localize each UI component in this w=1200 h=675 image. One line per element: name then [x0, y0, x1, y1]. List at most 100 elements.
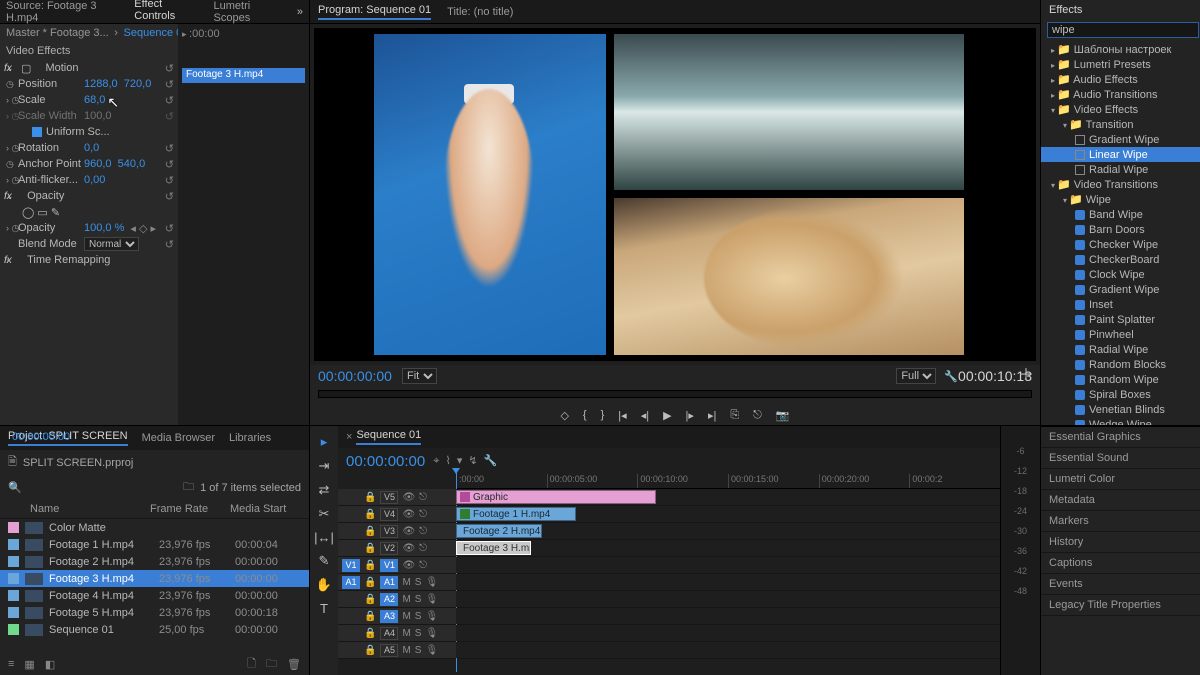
video-track-V5[interactable]: 🔒V5👁⎋Graphic: [338, 489, 1000, 506]
tab-program[interactable]: Program: Sequence 01: [318, 4, 431, 20]
hand-tool-icon[interactable]: ✋: [316, 577, 332, 593]
solo-icon[interactable]: S: [415, 628, 422, 639]
effect-linear-wipe[interactable]: Linear Wipe: [1041, 147, 1200, 162]
effects-tree[interactable]: 📁 Шаблоны настроек📁 Lumetri Presets📁 Aud…: [1041, 40, 1200, 425]
position-x[interactable]: 1288,0: [84, 78, 118, 90]
lock-icon[interactable]: 🔒: [364, 645, 376, 656]
mark-in-icon[interactable]: ◇: [560, 409, 568, 422]
mute-icon[interactable]: M: [402, 577, 410, 588]
selection-tool-icon[interactable]: ▸: [321, 434, 328, 450]
project-bin[interactable]: Color MatteFootage 1 H.mp423,976 fps00:0…: [0, 519, 309, 638]
uniform-scale-check[interactable]: [32, 127, 42, 137]
reset-icon[interactable]: ↺: [165, 110, 174, 123]
panel-tab-lumetri-color[interactable]: Lumetri Color: [1041, 469, 1200, 490]
type-tool-icon[interactable]: T: [320, 601, 328, 616]
rotation-value[interactable]: 0,0: [84, 142, 99, 154]
effect-clip-strip[interactable]: Footage 3 H.mp4: [182, 68, 305, 83]
lock-icon[interactable]: 🔒: [364, 492, 376, 503]
transition-clock-wipe[interactable]: Clock Wipe: [1041, 267, 1200, 282]
solo-icon[interactable]: S: [415, 594, 422, 605]
transition-spiral-boxes[interactable]: Spiral Boxes: [1041, 387, 1200, 402]
solo-icon[interactable]: S: [415, 577, 422, 588]
voice-icon[interactable]: 🎙: [425, 645, 438, 656]
transition-wedge-wipe[interactable]: Wedge Wipe: [1041, 417, 1200, 425]
tab-source[interactable]: Source: Footage 3 H.mp4: [6, 0, 120, 24]
panel-tab-metadata[interactable]: Metadata: [1041, 490, 1200, 511]
col-framerate[interactable]: Frame Rate: [150, 503, 230, 515]
ripple-edit-tool-icon[interactable]: ⇄: [319, 482, 330, 498]
voice-icon[interactable]: 🎙: [425, 594, 438, 605]
folder-Lumetri Presets[interactable]: 📁 Lumetri Presets: [1041, 57, 1200, 72]
folder-video-transitions[interactable]: 📁 Video Transitions: [1041, 177, 1200, 192]
mark-clip-icon[interactable]: }: [601, 409, 605, 421]
audio-track-A5[interactable]: 🔒A5MS🎙: [338, 642, 1000, 659]
solo-icon[interactable]: S: [415, 611, 422, 622]
sequence-clip-link[interactable]: Sequence 01 * ...: [124, 27, 178, 39]
transition-checker-wipe[interactable]: Checker Wipe: [1041, 237, 1200, 252]
lock-icon[interactable]: 🔒: [364, 577, 376, 588]
effects-search-input[interactable]: [1047, 22, 1199, 38]
motion-effect[interactable]: Motion: [45, 62, 78, 74]
video-track-V1[interactable]: V1🔒V1👁⎋: [338, 557, 1000, 574]
folder-transition[interactable]: 📁 Transition: [1041, 117, 1200, 132]
transition-venetian-blinds[interactable]: Venetian Blinds: [1041, 402, 1200, 417]
tab-effect-controls[interactable]: Effect Controls: [134, 0, 199, 26]
step-fwd-icon[interactable]: |▸: [686, 409, 694, 422]
mask-ellipse-icon[interactable]: ◯: [22, 206, 34, 219]
reset-icon[interactable]: ↺: [165, 158, 174, 171]
settings-icon[interactable]: ↯: [468, 455, 477, 467]
linked-selection-icon[interactable]: ⌇: [445, 455, 450, 467]
sync-lock-icon[interactable]: ⎋: [419, 526, 427, 537]
mark-out-icon[interactable]: {: [583, 409, 587, 421]
reset-icon[interactable]: ↺: [165, 62, 174, 75]
audio-track-A1[interactable]: A1🔒A1MS🎙: [338, 574, 1000, 591]
transition-checkerboard[interactable]: CheckerBoard: [1041, 252, 1200, 267]
bin-item[interactable]: Sequence 0125,00 fps00:00:00: [0, 621, 309, 638]
mask-rect-icon[interactable]: ▭: [37, 206, 47, 219]
video-track-V4[interactable]: 🔒V4👁⎋Footage 1 H.mp4: [338, 506, 1000, 523]
new-item-icon[interactable]: 🗋: [247, 655, 256, 674]
col-mediastart[interactable]: Media Start: [230, 503, 299, 515]
go-to-out-icon[interactable]: ▸|: [708, 409, 716, 422]
sync-lock-icon[interactable]: ⎋: [419, 492, 427, 503]
timeline-ruler[interactable]: :00:0000:00:05:0000:00:10:0000:00:15:000…: [456, 474, 1000, 489]
antiflicker-value[interactable]: 0,00: [84, 174, 105, 186]
reset-icon[interactable]: ↺: [165, 174, 174, 187]
eye-icon[interactable]: 👁: [402, 509, 415, 520]
transition-pinwheel[interactable]: Pinwheel: [1041, 327, 1200, 342]
resolution-select[interactable]: Full: [896, 368, 936, 384]
transition-barn-doors[interactable]: Barn Doors: [1041, 222, 1200, 237]
sync-lock-icon[interactable]: ⎋: [419, 509, 427, 520]
search-icon[interactable]: 🔍: [8, 481, 22, 494]
effect-timeline[interactable]: ▸ :00:00 Footage 3 H.mp4: [178, 24, 309, 425]
track-select-tool-icon[interactable]: ⇥: [319, 458, 330, 474]
transition-paint-splatter[interactable]: Paint Splatter: [1041, 312, 1200, 327]
go-to-in-icon[interactable]: |◂: [618, 409, 626, 422]
bin-item[interactable]: Footage 3 H.mp423,976 fps00:00:00: [0, 570, 309, 587]
effect-radial-wipe[interactable]: Radial Wipe: [1041, 162, 1200, 177]
anchor-y[interactable]: 540,0: [118, 158, 146, 170]
program-monitor[interactable]: [314, 28, 1036, 361]
marker-icon[interactable]: ▾: [457, 455, 463, 467]
anchor-x[interactable]: 960,0: [84, 158, 112, 170]
transition-radial-wipe[interactable]: Radial Wipe: [1041, 342, 1200, 357]
slip-tool-icon[interactable]: |↔|: [314, 530, 334, 545]
icon-view-icon[interactable]: ▦: [24, 658, 34, 671]
export-frame-icon[interactable]: 📷: [776, 409, 790, 422]
timeline-timecode[interactable]: 00:00:00:00: [346, 453, 425, 470]
audio-track-A3[interactable]: 🔒A3MS🎙: [338, 608, 1000, 625]
tab-title[interactable]: Title: (no title): [447, 6, 513, 18]
wrench-icon[interactable]: 🔧: [484, 455, 498, 467]
time-remapping[interactable]: Time Remapping: [27, 254, 110, 266]
pen-tool-icon[interactable]: ✎: [319, 553, 330, 569]
eye-icon[interactable]: 👁: [402, 560, 415, 571]
eye-icon[interactable]: 👁: [402, 492, 415, 503]
voice-icon[interactable]: 🎙: [425, 577, 438, 588]
audio-track-A4[interactable]: 🔒A4MS🎙: [338, 625, 1000, 642]
panel-tab-essential-sound[interactable]: Essential Sound: [1041, 448, 1200, 469]
lock-icon[interactable]: 🔒: [364, 526, 376, 537]
panel-tab-history[interactable]: History: [1041, 532, 1200, 553]
scale-value[interactable]: 68,0: [84, 94, 105, 106]
razor-tool-icon[interactable]: ✂: [319, 506, 330, 522]
panel-tab-essential-graphics[interactable]: Essential Graphics: [1041, 427, 1200, 448]
